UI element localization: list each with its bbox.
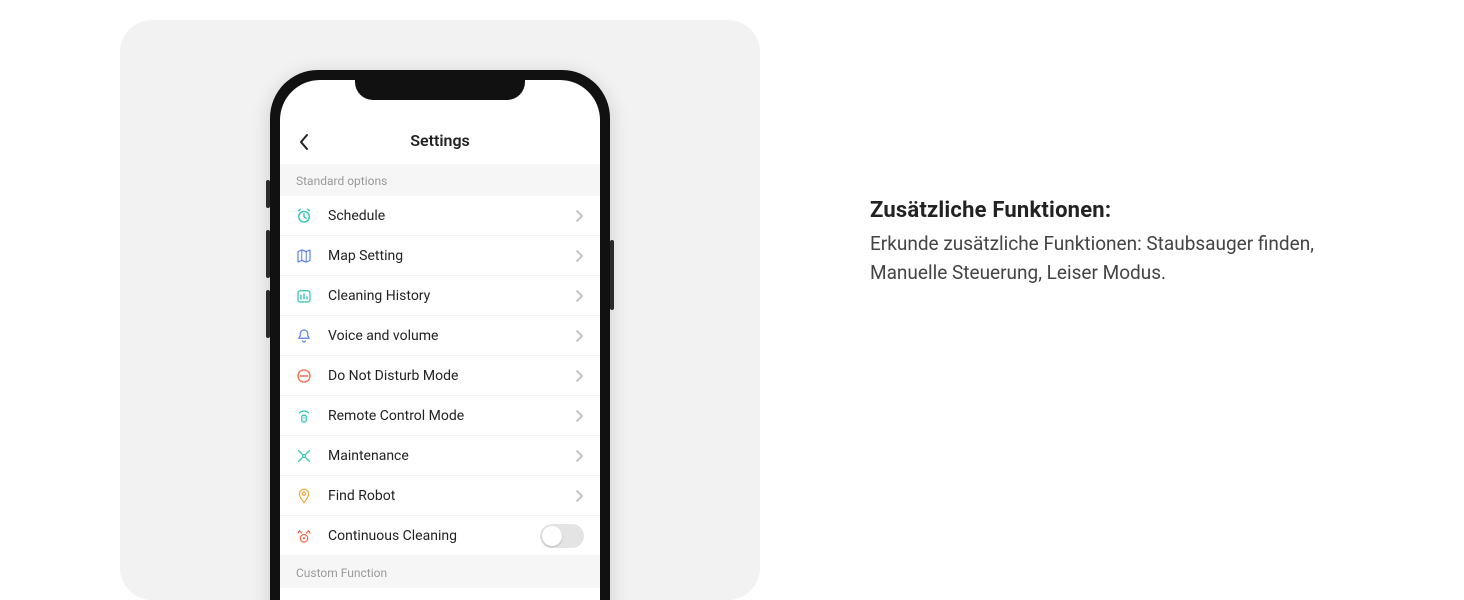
row-continuous-cleaning: Continuous Cleaning	[280, 516, 600, 556]
product-image-panel: Settings Standard options Schedule	[120, 20, 760, 600]
row-label: Voice and volume	[328, 328, 574, 344]
remote-icon	[294, 406, 314, 426]
chevron-right-icon	[574, 411, 584, 421]
section-header-custom: Custom Function	[280, 556, 600, 588]
phone-volume-up	[266, 230, 270, 278]
row-do-not-disturb[interactable]: Do Not Disturb Mode	[280, 356, 600, 396]
row-label: Cleaning History	[328, 288, 574, 304]
row-label: Do Not Disturb Mode	[328, 368, 574, 384]
section-header-standard: Standard options	[280, 164, 600, 196]
continuous-icon	[294, 526, 314, 546]
chevron-right-icon	[574, 451, 584, 461]
row-label: Schedule	[328, 208, 574, 224]
history-icon	[294, 286, 314, 306]
dnd-icon	[294, 366, 314, 386]
row-voice-volume[interactable]: Voice and volume	[280, 316, 600, 356]
row-label: Remote Control Mode	[328, 408, 574, 424]
row-maintenance[interactable]: Maintenance	[280, 436, 600, 476]
chevron-right-icon	[574, 251, 584, 261]
row-label: Find Robot	[328, 488, 574, 504]
maintenance-icon	[294, 446, 314, 466]
chevron-right-icon	[574, 211, 584, 221]
chevron-right-icon	[574, 491, 584, 501]
row-label: Map Setting	[328, 248, 574, 264]
back-button[interactable]	[294, 132, 314, 152]
row-label: Maintenance	[328, 448, 574, 464]
phone-mute-switch	[266, 180, 270, 208]
phone-screen: Settings Standard options Schedule	[280, 80, 600, 600]
nav-bar: Settings	[280, 80, 600, 164]
phone-mockup: Settings Standard options Schedule	[270, 70, 610, 600]
row-find-robot[interactable]: Find Robot	[280, 476, 600, 516]
row-schedule[interactable]: Schedule	[280, 196, 600, 236]
phone-power-button	[610, 240, 614, 310]
bell-icon	[294, 326, 314, 346]
row-map-setting[interactable]: Map Setting	[280, 236, 600, 276]
row-cleaning-history[interactable]: Cleaning History	[280, 276, 600, 316]
map-icon	[294, 246, 314, 266]
chevron-right-icon	[574, 371, 584, 381]
chevron-right-icon	[574, 291, 584, 301]
location-icon	[294, 486, 314, 506]
row-label: Continuous Cleaning	[328, 528, 540, 544]
row-remote-control[interactable]: Remote Control Mode	[280, 396, 600, 436]
chevron-right-icon	[574, 331, 584, 341]
page-title: Settings	[410, 131, 470, 150]
promo-body: Erkunde zusätzliche Funktionen: Staubsau…	[870, 229, 1350, 288]
continuous-cleaning-toggle[interactable]	[540, 524, 584, 548]
promo-text-block: Zusätzliche Funktionen: Erkunde zusätzli…	[870, 198, 1350, 600]
promo-heading: Zusätzliche Funktionen:	[870, 198, 1350, 223]
chevron-left-icon	[298, 133, 310, 151]
clock-icon	[294, 206, 314, 226]
phone-volume-down	[266, 290, 270, 338]
